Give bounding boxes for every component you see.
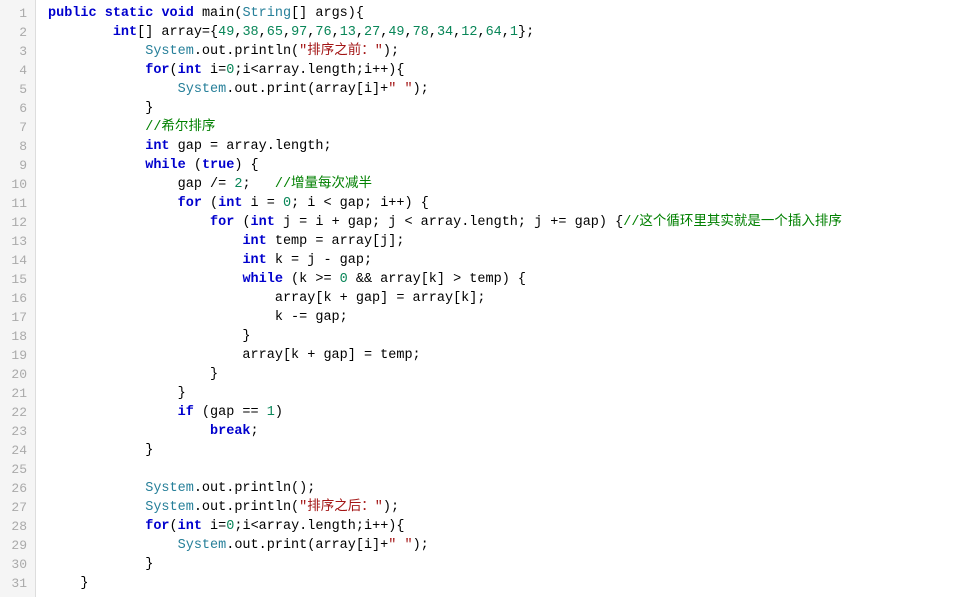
- code-line: while (k >= 0 && array[k] > temp) {: [48, 270, 961, 289]
- line-number: 2: [8, 23, 27, 42]
- line-number: 18: [8, 327, 27, 346]
- code-line: break;: [48, 422, 961, 441]
- line-number: 31: [8, 574, 27, 593]
- line-number: 11: [8, 194, 27, 213]
- line-number: 10: [8, 175, 27, 194]
- line-number: 23: [8, 422, 27, 441]
- line-number: 19: [8, 346, 27, 365]
- code-line: while (true) {: [48, 156, 961, 175]
- line-number: 15: [8, 270, 27, 289]
- code-line: int temp = array[j];: [48, 232, 961, 251]
- code-line: int gap = array.length;: [48, 137, 961, 156]
- code-line: System.out.print(array[i]+" ");: [48, 80, 961, 99]
- line-number: 29: [8, 536, 27, 555]
- code-line: }: [48, 384, 961, 403]
- code-line: System.out.print(array[i]+" ");: [48, 536, 961, 555]
- line-number: 17: [8, 308, 27, 327]
- line-number: 12: [8, 213, 27, 232]
- code-line: gap /= 2; //增量每次减半: [48, 175, 961, 194]
- code-line: System.out.println("排序之前：");: [48, 42, 961, 61]
- line-number: 13: [8, 232, 27, 251]
- code-line: for(int i=0;i<array.length;i++){: [48, 517, 961, 536]
- code-line: }: [48, 327, 961, 346]
- code-line: [48, 460, 961, 479]
- code-line: if (gap == 1): [48, 403, 961, 422]
- code-line: }: [48, 441, 961, 460]
- line-number: 22: [8, 403, 27, 422]
- line-number: 6: [8, 99, 27, 118]
- line-number: 5: [8, 80, 27, 99]
- code-line: //希尔排序: [48, 118, 961, 137]
- line-number: 16: [8, 289, 27, 308]
- line-number: 21: [8, 384, 27, 403]
- code-line: System.out.println();: [48, 479, 961, 498]
- code-line: for(int i=0;i<array.length;i++){: [48, 61, 961, 80]
- line-number: 26: [8, 479, 27, 498]
- line-number: 7: [8, 118, 27, 137]
- line-number: 8: [8, 137, 27, 156]
- code-line: int k = j - gap;: [48, 251, 961, 270]
- line-number: 20: [8, 365, 27, 384]
- line-number: 27: [8, 498, 27, 517]
- line-number-gutter: 1234567891011121314151617181920212223242…: [0, 0, 36, 597]
- code-line: k -= gap;: [48, 308, 961, 327]
- code-line: for (int i = 0; i < gap; i++) {: [48, 194, 961, 213]
- code-line: public static void main(String[] args){: [48, 4, 961, 23]
- code-line: }: [48, 555, 961, 574]
- line-number: 3: [8, 42, 27, 61]
- code-line: for (int j = i + gap; j < array.length; …: [48, 213, 961, 232]
- line-number: 24: [8, 441, 27, 460]
- line-number: 14: [8, 251, 27, 270]
- code-line: }: [48, 99, 961, 118]
- code-editor: 1234567891011121314151617181920212223242…: [0, 0, 961, 597]
- line-number: 4: [8, 61, 27, 80]
- line-number: 9: [8, 156, 27, 175]
- code-line: array[k + gap] = temp;: [48, 346, 961, 365]
- code-line: }: [48, 365, 961, 384]
- code-content[interactable]: public static void main(String[] args){ …: [36, 0, 961, 597]
- line-number: 25: [8, 460, 27, 479]
- code-line: int[] array={49,38,65,97,76,13,27,49,78,…: [48, 23, 961, 42]
- line-number: 28: [8, 517, 27, 536]
- line-number: 30: [8, 555, 27, 574]
- code-line: }: [48, 574, 961, 593]
- code-line: array[k + gap] = array[k];: [48, 289, 961, 308]
- code-line: System.out.println("排序之后：");: [48, 498, 961, 517]
- line-number: 1: [8, 4, 27, 23]
